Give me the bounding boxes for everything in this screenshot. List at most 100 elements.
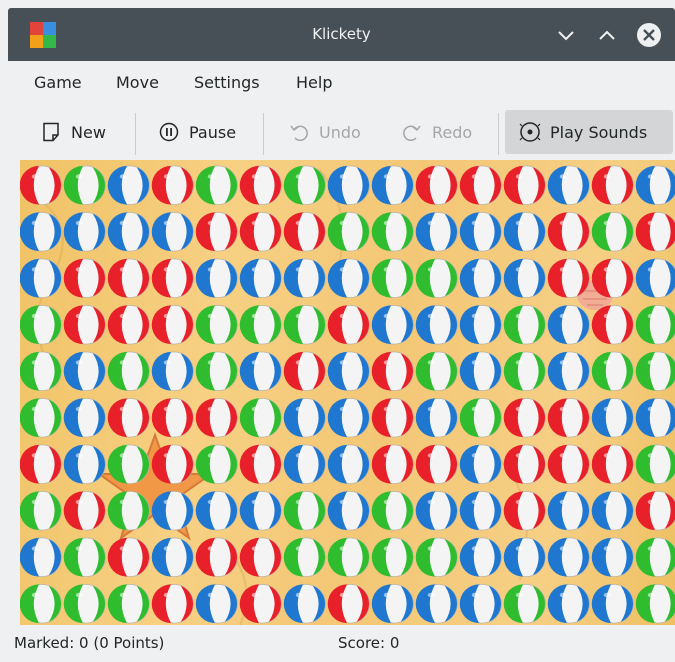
- beach-ball[interactable]: [547, 258, 590, 299]
- undo-button[interactable]: Undo: [282, 110, 367, 154]
- beach-ball[interactable]: [635, 165, 675, 206]
- beach-ball[interactable]: [63, 537, 106, 578]
- beach-ball[interactable]: [195, 444, 238, 485]
- beach-ball[interactable]: [107, 304, 150, 345]
- beach-ball[interactable]: [195, 165, 238, 206]
- beach-ball[interactable]: [459, 211, 502, 252]
- beach-ball[interactable]: [547, 211, 590, 252]
- beach-ball[interactable]: [635, 490, 675, 531]
- beach-ball[interactable]: [107, 444, 150, 485]
- beach-ball[interactable]: [151, 258, 194, 299]
- beach-ball[interactable]: [107, 351, 150, 392]
- beach-ball[interactable]: [327, 444, 370, 485]
- ball-grid[interactable]: [20, 165, 675, 624]
- beach-ball[interactable]: [195, 397, 238, 438]
- beach-ball[interactable]: [151, 490, 194, 531]
- beach-ball[interactable]: [107, 258, 150, 299]
- beach-ball[interactable]: [459, 490, 502, 531]
- beach-ball[interactable]: [151, 211, 194, 252]
- beach-ball[interactable]: [371, 165, 414, 206]
- beach-ball[interactable]: [63, 258, 106, 299]
- beach-ball[interactable]: [195, 211, 238, 252]
- beach-ball[interactable]: [371, 304, 414, 345]
- beach-ball[interactable]: [151, 351, 194, 392]
- beach-ball[interactable]: [503, 490, 546, 531]
- beach-ball[interactable]: [195, 258, 238, 299]
- beach-ball[interactable]: [635, 583, 675, 624]
- beach-ball[interactable]: [20, 444, 62, 485]
- beach-ball[interactable]: [151, 583, 194, 624]
- beach-ball[interactable]: [591, 583, 634, 624]
- beach-ball[interactable]: [63, 397, 106, 438]
- beach-ball[interactable]: [415, 490, 458, 531]
- beach-ball[interactable]: [635, 537, 675, 578]
- beach-ball[interactable]: [635, 397, 675, 438]
- beach-ball[interactable]: [415, 165, 458, 206]
- beach-ball[interactable]: [415, 537, 458, 578]
- beach-ball[interactable]: [415, 397, 458, 438]
- beach-ball[interactable]: [503, 165, 546, 206]
- beach-ball[interactable]: [327, 304, 370, 345]
- beach-ball[interactable]: [20, 351, 62, 392]
- beach-ball[interactable]: [547, 537, 590, 578]
- beach-ball[interactable]: [151, 165, 194, 206]
- beach-ball[interactable]: [371, 397, 414, 438]
- minimize-button[interactable]: [553, 22, 579, 48]
- beach-ball[interactable]: [195, 490, 238, 531]
- beach-ball[interactable]: [591, 490, 634, 531]
- beach-ball[interactable]: [591, 351, 634, 392]
- beach-ball[interactable]: [283, 444, 326, 485]
- beach-ball[interactable]: [503, 211, 546, 252]
- beach-ball[interactable]: [327, 490, 370, 531]
- title-bar[interactable]: Klickety: [8, 8, 675, 61]
- beach-ball[interactable]: [459, 351, 502, 392]
- maximize-button[interactable]: [594, 22, 620, 48]
- beach-ball[interactable]: [415, 258, 458, 299]
- beach-ball[interactable]: [371, 351, 414, 392]
- beach-ball[interactable]: [107, 583, 150, 624]
- beach-ball[interactable]: [503, 444, 546, 485]
- play-sounds-toggle[interactable]: Play Sounds: [505, 110, 673, 154]
- beach-ball[interactable]: [239, 490, 282, 531]
- beach-ball[interactable]: [503, 583, 546, 624]
- beach-ball[interactable]: [239, 304, 282, 345]
- beach-ball[interactable]: [415, 583, 458, 624]
- menu-move[interactable]: Move: [110, 61, 165, 105]
- beach-ball[interactable]: [20, 583, 62, 624]
- beach-ball[interactable]: [239, 583, 282, 624]
- beach-ball[interactable]: [283, 211, 326, 252]
- beach-ball[interactable]: [459, 537, 502, 578]
- beach-ball[interactable]: [151, 397, 194, 438]
- beach-ball[interactable]: [547, 490, 590, 531]
- beach-ball[interactable]: [327, 211, 370, 252]
- beach-ball[interactable]: [239, 444, 282, 485]
- beach-ball[interactable]: [415, 351, 458, 392]
- beach-ball[interactable]: [635, 304, 675, 345]
- beach-ball[interactable]: [415, 444, 458, 485]
- beach-ball[interactable]: [283, 397, 326, 438]
- beach-ball[interactable]: [20, 304, 62, 345]
- beach-ball[interactable]: [547, 165, 590, 206]
- beach-ball[interactable]: [415, 211, 458, 252]
- beach-ball[interactable]: [327, 351, 370, 392]
- beach-ball[interactable]: [327, 537, 370, 578]
- beach-ball[interactable]: [63, 444, 106, 485]
- beach-ball[interactable]: [635, 258, 675, 299]
- beach-ball[interactable]: [371, 537, 414, 578]
- beach-ball[interactable]: [107, 490, 150, 531]
- beach-ball[interactable]: [547, 397, 590, 438]
- beach-ball[interactable]: [503, 397, 546, 438]
- beach-ball[interactable]: [239, 537, 282, 578]
- menu-settings[interactable]: Settings: [188, 61, 266, 105]
- beach-ball[interactable]: [195, 351, 238, 392]
- beach-ball[interactable]: [459, 304, 502, 345]
- beach-ball[interactable]: [547, 351, 590, 392]
- beach-ball[interactable]: [63, 165, 106, 206]
- beach-ball[interactable]: [415, 304, 458, 345]
- beach-ball[interactable]: [635, 351, 675, 392]
- beach-ball[interactable]: [371, 583, 414, 624]
- beach-ball[interactable]: [63, 351, 106, 392]
- beach-ball[interactable]: [591, 444, 634, 485]
- beach-ball[interactable]: [20, 537, 62, 578]
- beach-ball[interactable]: [547, 583, 590, 624]
